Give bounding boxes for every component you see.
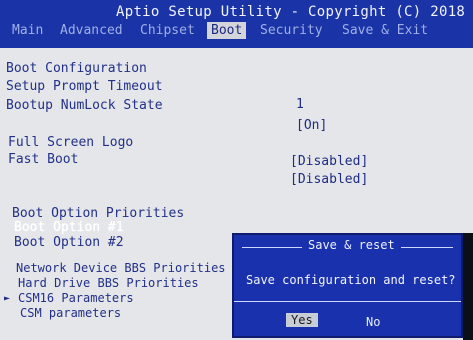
tab-save-exit[interactable]: Save & Exit [338, 22, 432, 39]
network-bbs-priorities[interactable]: Network Device BBS Priorities [16, 261, 226, 275]
tab-main[interactable]: Main [8, 22, 47, 39]
yes-button[interactable]: Yes [286, 313, 318, 327]
tab-boot[interactable]: Boot [207, 22, 247, 39]
header-bar: Aptio Setup Utility - Copyright (C) 2018… [0, 0, 473, 48]
dialog-separator [234, 301, 461, 302]
section-title: Boot Configuration [6, 61, 147, 76]
monitor-bezel [463, 233, 473, 340]
boot-option-2[interactable]: Boot Option #2 [14, 235, 124, 250]
window-title: Aptio Setup Utility - Copyright (C) 2018… [116, 4, 473, 20]
fast-boot-label[interactable]: Fast Boot [8, 152, 78, 167]
bios-screen: Aptio Setup Utility - Copyright (C) 2018… [0, 0, 473, 340]
bootup-numlock-label[interactable]: Bootup NumLock State [6, 98, 163, 113]
full-screen-logo-value[interactable]: [Disabled] [290, 154, 368, 169]
tab-advanced[interactable]: Advanced [56, 22, 127, 39]
no-button[interactable]: No [366, 315, 380, 329]
submenu-arrow-icon: ► [4, 293, 11, 304]
setup-prompt-timeout-label[interactable]: Setup Prompt Timeout [6, 79, 163, 94]
tab-chipset[interactable]: Chipset [136, 22, 199, 39]
dialog-title: Save & reset [302, 238, 401, 252]
hard-drive-bbs-priorities[interactable]: Hard Drive BBS Priorities [18, 276, 199, 290]
full-screen-logo-label[interactable]: Full Screen Logo [8, 135, 133, 150]
csm-parameters[interactable]: CSM parameters [20, 306, 121, 320]
dialog-message: Save configuration and reset? [246, 273, 456, 287]
bootup-numlock-value[interactable]: [On] [296, 118, 327, 133]
fast-boot-value[interactable]: [Disabled] [290, 172, 368, 187]
boot-priorities-title: Boot Option Priorities [12, 206, 185, 221]
boot-option-1[interactable]: Boot Option #1 [14, 220, 124, 235]
tab-security[interactable]: Security [256, 22, 327, 39]
csm16-parameters[interactable]: CSM16 Parameters [18, 291, 134, 305]
setup-prompt-timeout-value[interactable]: 1 [296, 97, 304, 112]
save-reset-dialog: Save & reset Save configuration and rese… [232, 233, 463, 338]
